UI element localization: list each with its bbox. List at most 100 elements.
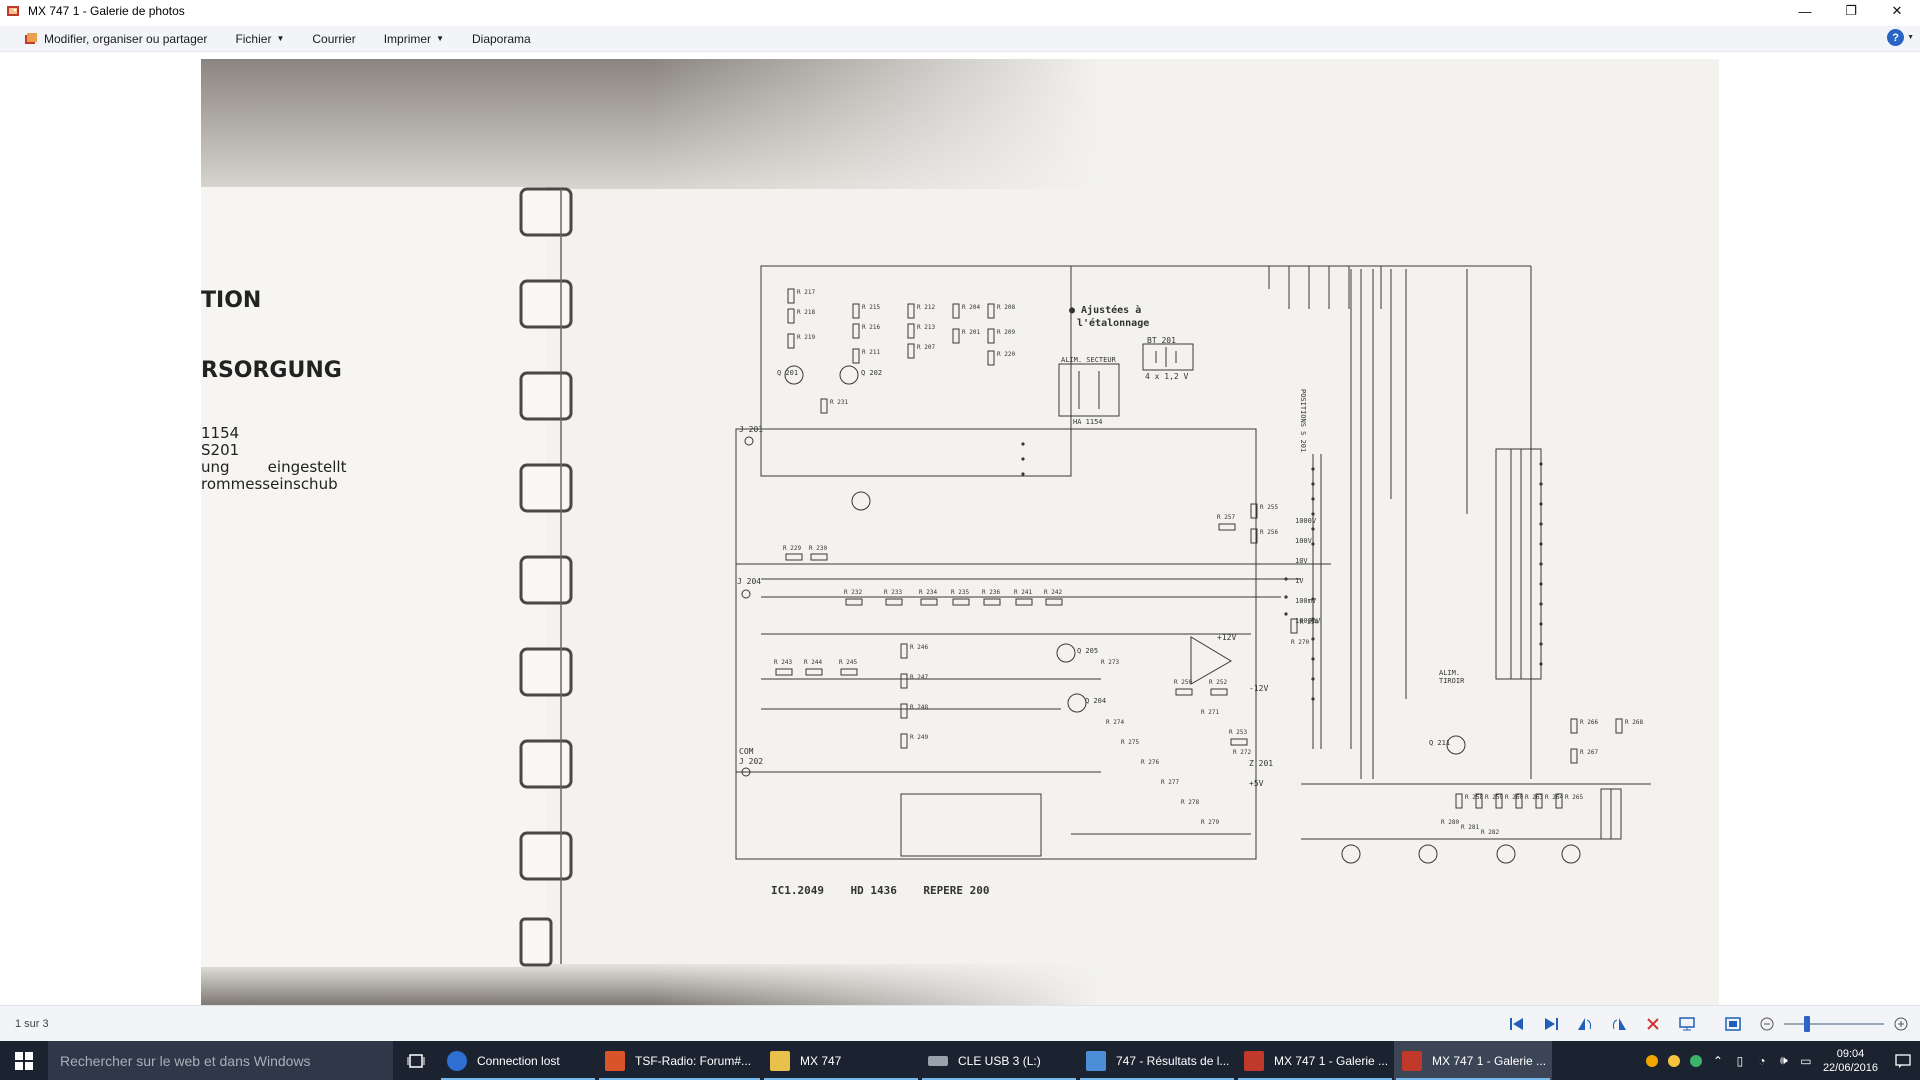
action-center-button[interactable] (1886, 1041, 1920, 1080)
battery-value: 4 x 1,2 V (1145, 372, 1189, 381)
zoom-slider-thumb[interactable] (1804, 1016, 1810, 1032)
resistor-label: R 201 (962, 329, 981, 336)
wifi-icon[interactable]: ◔ (1751, 1041, 1773, 1080)
photo-gallery-app-icon (7, 6, 19, 16)
q202-label: Q 202 (861, 369, 883, 377)
viewer-toolbar (1492, 1015, 1910, 1033)
windows-logo-icon (15, 1051, 33, 1070)
image-viewer: TION RSORGUNG 1154 S201 ung eingestellt … (0, 53, 1920, 1005)
schematic-note-1: ● Ajustées à (1069, 305, 1142, 316)
taskbar-app-label: MX 747 1 - Galerie ... (1432, 1053, 1547, 1068)
taskbar-app-label: MX 747 (800, 1053, 842, 1068)
taskbar-app-label: MX 747 1 - Galerie ... (1274, 1053, 1389, 1068)
taskbar-app-folder[interactable]: MX 747 (762, 1041, 920, 1080)
fit-window-icon (1725, 1017, 1741, 1031)
plus12v-label: +12V (1217, 633, 1237, 642)
left-page-heading-1: TION (201, 288, 262, 313)
resistor-label: R 281 (1461, 824, 1480, 831)
resistor-label: R 273 (1101, 659, 1120, 666)
taskbar-app-connection[interactable]: Connection lost (439, 1041, 597, 1080)
task-view-button[interactable] (393, 1041, 439, 1080)
zoom-slider[interactable] (1784, 1016, 1884, 1032)
clock[interactable]: 09:04 22/06/2016 (1817, 1047, 1886, 1075)
resistor-label: R 279 (1201, 819, 1220, 826)
resistor-label: R 243 (774, 659, 793, 666)
range-label-3: 10V (1295, 557, 1308, 565)
slideshow-label: Diaporama (471, 31, 531, 46)
resistor-label: R 230 (809, 545, 828, 552)
left-page-text-3: ung eingestellt (201, 458, 347, 476)
chevron-down-icon: ▼ (436, 34, 444, 43)
next-button[interactable] (1542, 1015, 1560, 1033)
taskbar-app-browser[interactable]: TSF-Radio: Forum#... (597, 1041, 762, 1080)
taskbar-app-label: TSF-Radio: Forum#... (635, 1053, 752, 1068)
resistor-label: R 212 (917, 304, 936, 311)
previous-button[interactable] (1508, 1015, 1526, 1033)
resistor-label: R 241 (1014, 589, 1033, 596)
battery-label: BT 201 (1147, 336, 1176, 345)
resistor-label: R 256 (1260, 529, 1279, 536)
resistor-label: R 229 (783, 545, 802, 552)
taskbar-app-usb[interactable]: CLE USB 3 (L:) (920, 1041, 1078, 1080)
slideshow-menu[interactable]: Diaporama (472, 32, 531, 46)
document-icon (1086, 1050, 1106, 1071)
slideshow-button[interactable] (1678, 1015, 1696, 1033)
range-label-1: 1000V (1295, 517, 1317, 525)
chevron-down-icon: ▼ (1907, 34, 1914, 41)
j204-label: J 204 (737, 577, 762, 586)
scanned-photo[interactable]: TION RSORGUNG 1154 S201 ung eingestellt … (201, 59, 1719, 1005)
taskbar-app-gallery-2[interactable]: MX 747 1 - Galerie ... (1394, 1041, 1552, 1080)
resistor-label: R 220 (997, 351, 1016, 358)
mail-menu[interactable]: Courrier (312, 32, 355, 46)
show-hidden-icons-icon[interactable]: ⌃ (1707, 1041, 1729, 1080)
previous-icon (1510, 1018, 1523, 1030)
delete-button[interactable] (1644, 1015, 1662, 1033)
left-page-text-1: 1154 (201, 424, 240, 442)
resistor-label: R 249 (910, 734, 929, 741)
tray-app-icon[interactable] (1663, 1041, 1685, 1080)
tray-app-icon[interactable] (1641, 1041, 1663, 1080)
resistor-label: R 242 (1044, 589, 1063, 596)
close-button[interactable]: ✕ (1874, 0, 1920, 22)
taskbar-search-box[interactable]: Rechercher sur le web et dans Windows (48, 1041, 393, 1080)
rotate-right-button[interactable] (1610, 1015, 1628, 1033)
q211-label: Q 211 (1429, 739, 1451, 747)
battery-icon[interactable]: ▯ (1729, 1041, 1751, 1080)
tray-app-icon[interactable] (1685, 1041, 1707, 1080)
resistor-label: R 255 (1260, 504, 1279, 511)
print-menu[interactable]: Imprimer ▼ (384, 32, 444, 46)
help-button[interactable]: ? ▼ (1887, 29, 1914, 46)
resistor-label: R 277 (1161, 779, 1180, 786)
usb-drive-icon (928, 1055, 948, 1066)
resistor-label: R 259 (1485, 794, 1504, 801)
resistor-label: R 233 (884, 589, 903, 596)
resistor-label: R 213 (917, 324, 936, 331)
taskbar-app-gallery-1[interactable]: MX 747 1 - Galerie ... (1236, 1041, 1394, 1080)
zoom-out-button[interactable] (1758, 1015, 1776, 1033)
zoom-in-button[interactable] (1892, 1015, 1910, 1033)
resistor-label: R 267 (1580, 749, 1599, 756)
maximize-button[interactable]: ❐ (1828, 0, 1874, 22)
resistor-label: R 252 (1209, 679, 1228, 686)
file-menu[interactable]: Fichier ▼ (235, 32, 284, 46)
start-button[interactable] (0, 1041, 48, 1080)
minimize-button[interactable]: — (1782, 0, 1828, 22)
left-page-text-4: rommesseinschub (201, 475, 338, 493)
q204-label: Q 204 (1085, 697, 1107, 705)
fit-window-button[interactable] (1724, 1015, 1742, 1033)
window-controls: — ❐ ✕ (1782, 0, 1920, 22)
taskbar-app-search-results[interactable]: 747 - Résultats de l... (1078, 1041, 1236, 1080)
keyboard-icon[interactable]: ▭ (1795, 1041, 1817, 1080)
clock-time: 09:04 (1836, 1047, 1865, 1060)
resistor-label: R 254 (1300, 619, 1319, 626)
chevron-down-icon: ▼ (276, 34, 285, 43)
rotate-left-button[interactable] (1576, 1015, 1594, 1033)
zoom-out-icon (1760, 1017, 1774, 1031)
print-label: Imprimer (383, 31, 432, 46)
volume-icon[interactable]: 🕪 (1773, 1041, 1795, 1080)
resistor-label: R 248 (910, 704, 929, 711)
resistor-label: R 268 (1625, 719, 1644, 726)
resistor-label: R 208 (997, 304, 1016, 311)
organize-menu[interactable]: Modifier, organiser ou partager (24, 32, 207, 46)
plus5v-label: +5V (1249, 779, 1264, 788)
